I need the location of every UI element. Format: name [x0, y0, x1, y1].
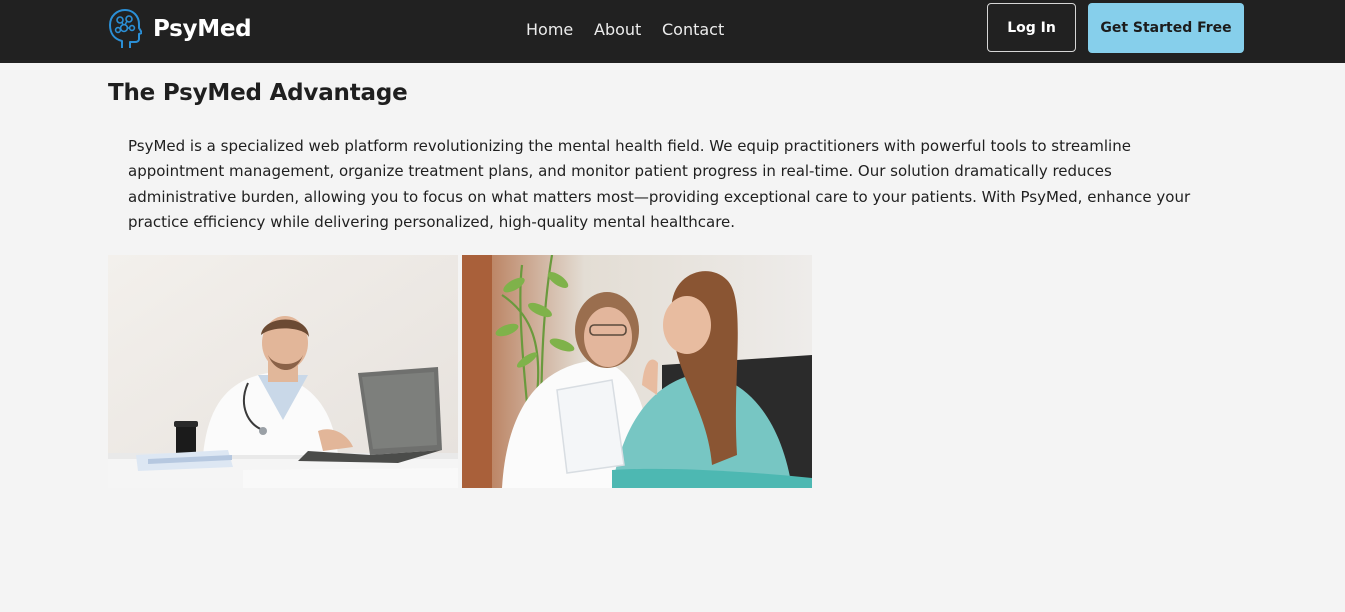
description-text: PsyMed is a specialized web platform rev… — [128, 137, 1191, 231]
page-title: The PsyMed Advantage — [108, 80, 408, 106]
caregiver-photo — [462, 255, 812, 488]
nav-link-about[interactable]: About — [594, 20, 641, 39]
brand-name: PsyMed — [153, 16, 252, 42]
get-started-button[interactable]: Get Started Free — [1088, 3, 1244, 53]
nav-link-contact[interactable]: Contact — [662, 20, 724, 39]
navbar: PsyMed Home About Contact Log In Get Sta… — [0, 0, 1345, 63]
brain-head-icon — [108, 8, 143, 50]
login-button[interactable]: Log In — [987, 3, 1076, 52]
doctor-photo — [108, 255, 458, 488]
logo[interactable]: PsyMed — [108, 8, 252, 50]
nav-link-home[interactable]: Home — [526, 20, 573, 39]
